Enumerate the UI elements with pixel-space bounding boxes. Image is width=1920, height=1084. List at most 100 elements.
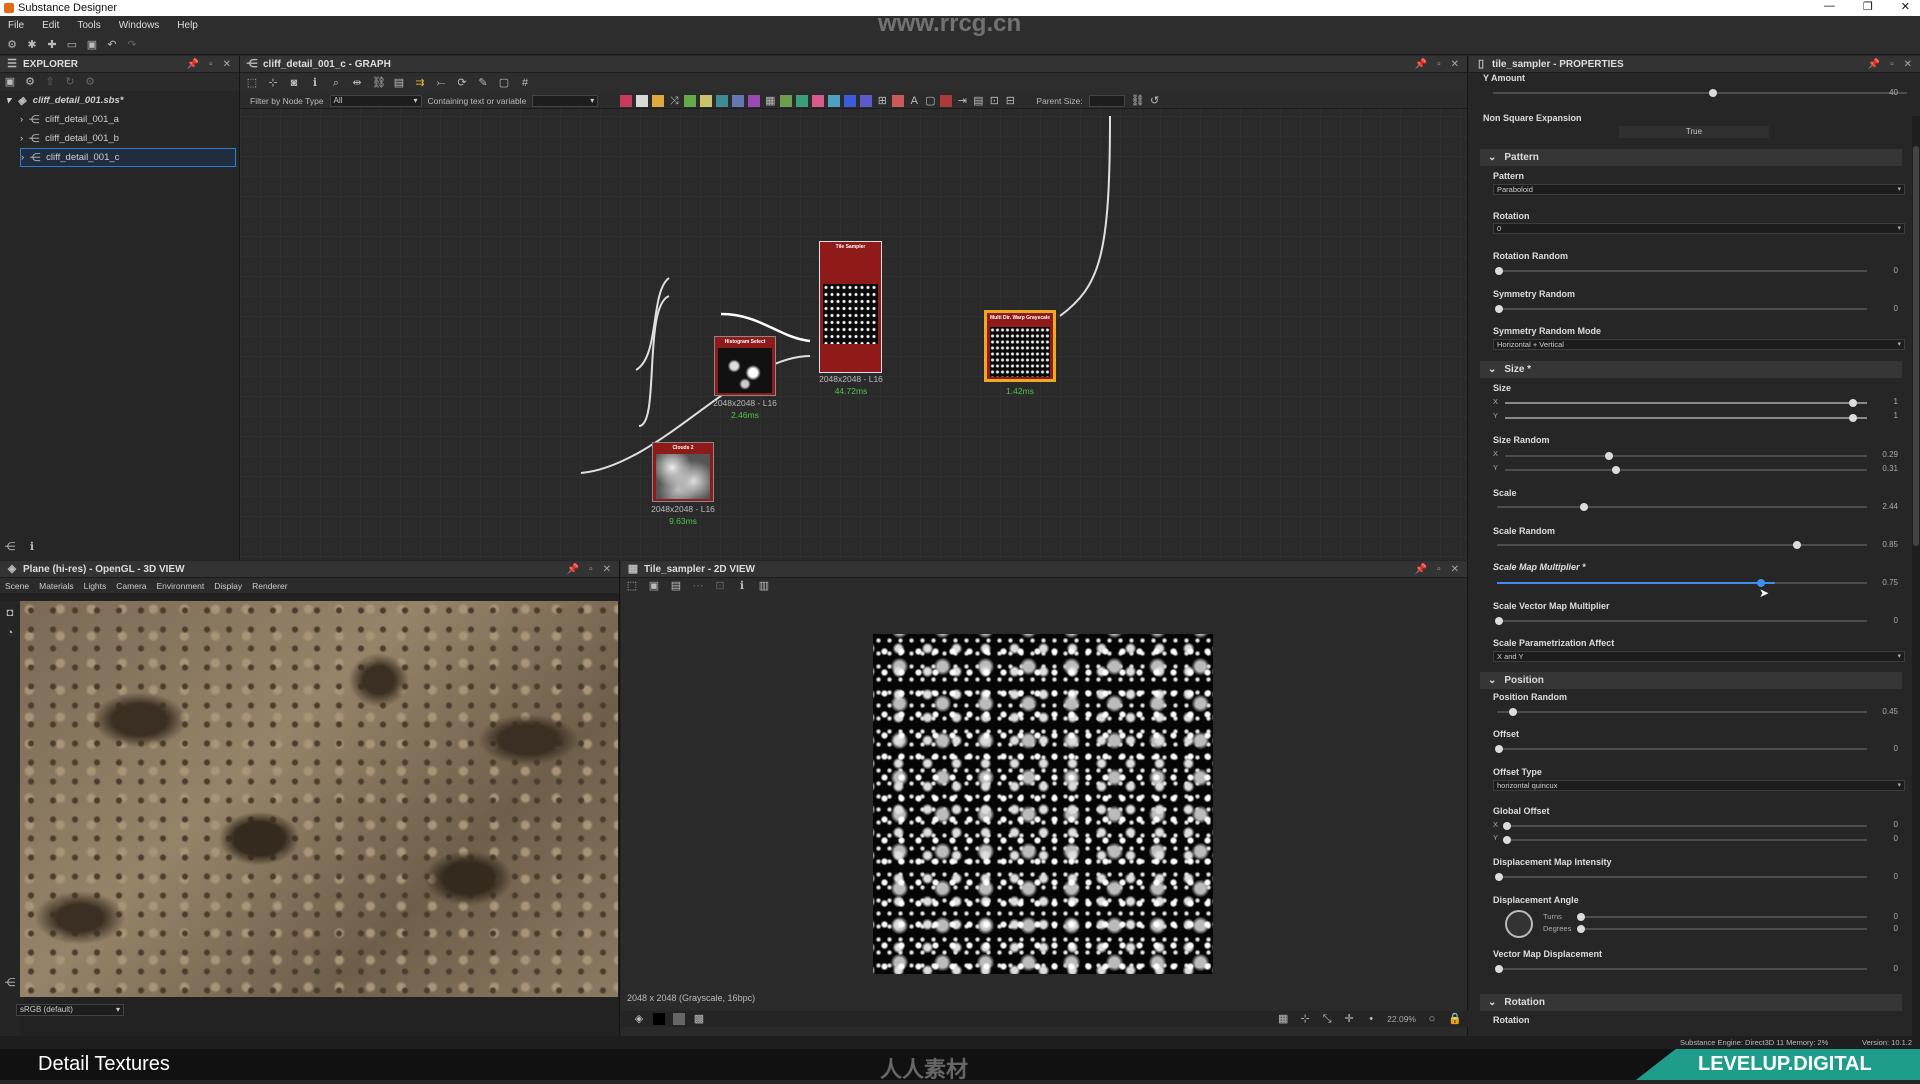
offset-slider[interactable]	[1497, 748, 1867, 750]
package-row[interactable]: ▾ ◈ cliff_detail_001.sbs*	[0, 91, 239, 110]
grey-bg-icon[interactable]	[673, 1013, 685, 1025]
menu-file[interactable]: File	[8, 20, 24, 31]
symmetry-mode-dropdown[interactable]: Horizontal + Vertical	[1493, 339, 1905, 350]
save-image-icon[interactable]: ▣	[648, 580, 660, 592]
close-icon[interactable]: ✕	[603, 564, 611, 575]
menu-scene[interactable]: Scene	[5, 581, 29, 591]
menu-display[interactable]: Display	[214, 581, 242, 591]
expand-arrow-icon[interactable]: ›	[20, 114, 23, 125]
zoom-fit-icon[interactable]: ⤡	[1321, 1013, 1333, 1025]
size-random-y-thumb[interactable]	[1612, 466, 1620, 474]
float-icon[interactable]: ▫	[1437, 564, 1441, 575]
tree-item-graph-c[interactable]: › ⋲ cliff_detail_001_c	[20, 148, 236, 167]
grid-icon[interactable]: ▦	[1277, 1013, 1289, 1025]
close-icon[interactable]: ✕	[1451, 564, 1459, 575]
pin-icon[interactable]: 📌	[567, 564, 579, 575]
pin-icon[interactable]: 📌	[1415, 564, 1427, 575]
menu-lights[interactable]: Lights	[84, 581, 107, 591]
node-clouds-2[interactable]: Clouds 2	[652, 442, 714, 502]
minimize-icon[interactable]: —	[1824, 0, 1835, 13]
global-offset-x-thumb[interactable]	[1503, 822, 1511, 830]
scale-param-dropdown[interactable]: X and Y	[1493, 651, 1905, 662]
pattern-dropdown[interactable]: Paraboloid	[1493, 184, 1905, 195]
menu-camera[interactable]: Camera	[116, 581, 146, 591]
scale-map-slider[interactable]	[1497, 582, 1867, 584]
close-icon[interactable]: ✕	[223, 59, 231, 70]
y-amount-slider[interactable]	[1493, 92, 1907, 94]
section-position[interactable]: ⌄ Position	[1480, 672, 1902, 689]
menu-edit[interactable]: Edit	[42, 20, 59, 31]
size-random-x-slider[interactable]	[1505, 455, 1867, 457]
texture-preview[interactable]	[873, 634, 1213, 974]
colorspace-dropdown[interactable]: sRGB (default) ▾	[16, 1003, 124, 1016]
copy-icon[interactable]: ▤	[670, 580, 682, 592]
settings-icon[interactable]: ⚙	[24, 76, 36, 88]
scale-random-thumb[interactable]	[1793, 541, 1801, 549]
turns-thumb[interactable]	[1577, 913, 1585, 921]
menu-windows[interactable]: Windows	[119, 20, 160, 31]
3d-viewport[interactable]	[20, 601, 618, 997]
tile-icon[interactable]: ⋯	[692, 580, 704, 592]
maximize-icon[interactable]: ❐	[1863, 0, 1873, 13]
disp-intensity-slider[interactable]	[1497, 876, 1867, 878]
close-icon[interactable]: ✕	[1904, 59, 1912, 70]
size-y-thumb[interactable]	[1849, 414, 1857, 422]
size-y-slider[interactable]	[1505, 417, 1867, 419]
info-icon[interactable]: ℹ	[26, 541, 38, 553]
symmetry-random-thumb[interactable]	[1495, 305, 1503, 313]
lock-icon[interactable]: 🔒	[1448, 1013, 1462, 1025]
close-icon[interactable]: ✕	[1901, 0, 1910, 13]
scrollbar-thumb[interactable]	[1913, 146, 1919, 546]
size-x-slider[interactable]	[1505, 402, 1867, 404]
scale-thumb[interactable]	[1580, 503, 1588, 511]
section-size[interactable]: ⌄ Size *	[1480, 361, 1902, 378]
size-x-thumb[interactable]	[1849, 399, 1857, 407]
offset-thumb[interactable]	[1495, 745, 1503, 753]
expand-arrow-icon[interactable]: ›	[20, 133, 23, 144]
new-package-icon[interactable]: ✚	[46, 39, 58, 51]
expand-arrow-icon[interactable]: ›	[21, 152, 24, 163]
disp-intensity-thumb[interactable]	[1495, 873, 1503, 881]
float-icon[interactable]: ▫	[209, 59, 213, 70]
section-rotation[interactable]: ⌄ Rotation	[1480, 994, 1902, 1011]
non-square-toggle[interactable]: True	[1619, 126, 1769, 138]
tree-icon[interactable]: ⋲	[4, 541, 16, 553]
scrollbar[interactable]	[1912, 116, 1920, 1036]
tree-icon[interactable]: ⋲	[4, 977, 16, 989]
size-random-x-thumb[interactable]	[1605, 452, 1613, 460]
pin-icon[interactable]: 📌	[1868, 59, 1880, 70]
light-icon[interactable]: ◔	[4, 627, 16, 639]
black-bg-icon[interactable]	[653, 1013, 665, 1025]
global-offset-y-slider[interactable]	[1505, 839, 1867, 841]
graph-panel[interactable]: ⋲ cliff_detail_001_c - GRAPH 📌 ▫ ✕ ⬚ ⊹ ◙ ℹ…	[240, 56, 1468, 560]
size-random-y-slider[interactable]	[1505, 469, 1867, 471]
dot-icon[interactable]: •	[1365, 1013, 1377, 1025]
menu-help[interactable]: Help	[177, 20, 198, 31]
global-offset-y-thumb[interactable]	[1503, 836, 1511, 844]
section-pattern[interactable]: ⌄ Pattern	[1480, 149, 1902, 166]
pin-icon[interactable]: 📌	[187, 59, 199, 70]
node-histogram-select[interactable]: Histogram Select	[714, 336, 776, 396]
vector-disp-thumb[interactable]	[1495, 965, 1503, 973]
open-folder-icon[interactable]: ▭	[66, 39, 78, 51]
turns-slider[interactable]	[1579, 916, 1867, 918]
vector-disp-slider[interactable]	[1497, 968, 1867, 970]
tree-item-graph-a[interactable]: › ⋲ cliff_detail_001_a	[0, 110, 239, 129]
position-random-slider[interactable]	[1497, 711, 1867, 713]
undo-icon[interactable]: ↶	[106, 39, 118, 51]
options-icon[interactable]: ⚙	[84, 76, 96, 88]
degrees-thumb[interactable]	[1577, 925, 1585, 933]
sample-icon[interactable]: ⊹	[1299, 1013, 1311, 1025]
angle-dial[interactable]	[1505, 910, 1533, 938]
menu-materials[interactable]: Materials	[39, 581, 73, 591]
info-icon[interactable]: ℹ	[736, 580, 748, 592]
symmetry-random-slider[interactable]	[1497, 308, 1867, 310]
float-icon[interactable]: ▫	[589, 564, 593, 575]
camera-icon[interactable]: ◘	[4, 607, 16, 619]
new-substance-icon[interactable]: ✱	[26, 39, 38, 51]
y-amount-thumb[interactable]	[1709, 89, 1717, 97]
reset-zoom-icon[interactable]: ○	[1426, 1013, 1438, 1025]
upload-icon[interactable]: ⇧	[44, 76, 56, 88]
save-package-icon[interactable]: ▣	[4, 76, 16, 88]
rotation-random-slider[interactable]	[1497, 270, 1867, 272]
